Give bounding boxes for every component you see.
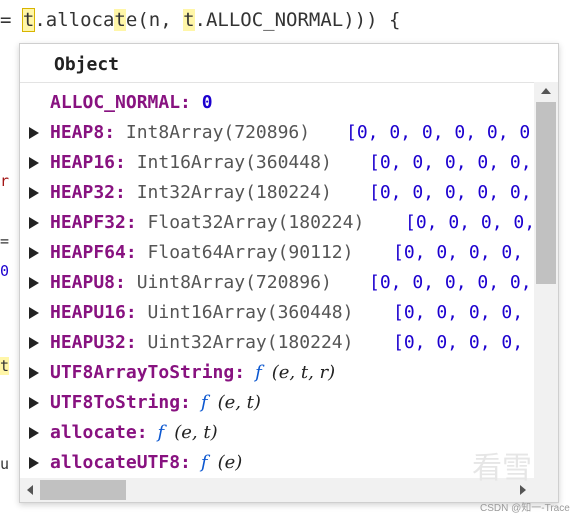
- array-preview: [0, 0, 0, 0,: [393, 242, 524, 263]
- function-args: (e, t, r): [271, 362, 336, 383]
- property-key: HEAP16: [50, 152, 116, 173]
- code-allocate-part1: .alloca: [34, 9, 115, 31]
- property-key: allocate: [50, 422, 137, 443]
- popup-title: Object: [54, 54, 120, 75]
- highlight-token-t-arg: t: [183, 9, 195, 31]
- property-key: HEAPF64: [50, 242, 126, 263]
- array-preview: [0, 0, 0, 0,: [405, 212, 536, 233]
- property-type: Int32Array(180224): [136, 182, 332, 203]
- editor-fragment: t: [0, 357, 10, 375]
- property-row-allocate[interactable]: allocate: f (e, t): [20, 418, 534, 448]
- editor-fragment: =: [0, 232, 10, 250]
- array-preview: [0, 0, 0, 0, 0,: [369, 152, 532, 173]
- property-key: allocateUTF8: [50, 452, 181, 473]
- property-type: Int16Array(360448): [136, 152, 332, 173]
- property-key: HEAP8: [50, 122, 105, 143]
- function-args: (e): [217, 452, 243, 473]
- property-row-heap32[interactable]: HEAP32: Int32Array(180224) [0, 0, 0, 0, …: [20, 178, 534, 208]
- object-preview-popup[interactable]: Object ALLOC_NORMAL: 0 HEAP8: Int8Array(…: [19, 43, 559, 503]
- property-row-utf8tostring[interactable]: UTF8ToString: f (e, t): [20, 388, 534, 418]
- function-icon: f: [200, 452, 208, 473]
- expand-triangle-icon[interactable]: [29, 307, 39, 319]
- property-key: HEAPF32: [50, 212, 126, 233]
- property-row-allocateutf8[interactable]: allocateUTF8: f (e): [20, 448, 534, 478]
- highlight-token-t[interactable]: t: [21, 8, 36, 32]
- property-list: ALLOC_NORMAL: 0 HEAP8: Int8Array(720896)…: [20, 88, 536, 478]
- property-row-heap8[interactable]: HEAP8: Int8Array(720896) [0, 0, 0, 0, 0,…: [20, 118, 534, 148]
- property-type: Float32Array(180224): [147, 212, 365, 233]
- property-type: Uint8Array(720896): [136, 272, 332, 293]
- property-row-utf8arraytostring[interactable]: UTF8ArrayToString: f (e, t, r): [20, 358, 534, 388]
- expand-triangle-icon[interactable]: [29, 187, 39, 199]
- property-type: Uint32Array(180224): [147, 332, 354, 353]
- code-rest: .ALLOC_NORMAL))) {: [194, 9, 401, 31]
- code-allocate-part2: e(n,: [125, 9, 184, 31]
- property-row-heap16[interactable]: HEAP16: Int16Array(360448) [0, 0, 0, 0, …: [20, 148, 534, 178]
- array-preview: [0, 0, 0, 0, 0, 0: [346, 122, 531, 143]
- scroll-up-arrow-icon[interactable]: [541, 88, 551, 94]
- expand-triangle-icon[interactable]: [29, 457, 39, 469]
- scroll-left-arrow-icon[interactable]: [27, 485, 33, 495]
- property-row-alloc-normal[interactable]: ALLOC_NORMAL: 0: [20, 88, 534, 118]
- property-row-heapu8[interactable]: HEAPU8: Uint8Array(720896) [0, 0, 0, 0, …: [20, 268, 534, 298]
- expand-triangle-icon[interactable]: [29, 277, 39, 289]
- array-preview: [0, 0, 0, 0,: [393, 302, 524, 323]
- property-key: UTF8ToString: [50, 392, 181, 413]
- horizontal-scroll-thumb[interactable]: [40, 480, 126, 500]
- expand-triangle-icon[interactable]: [29, 337, 39, 349]
- expand-triangle-icon[interactable]: [29, 157, 39, 169]
- array-preview: [0, 0, 0, 0, 0,: [369, 272, 532, 293]
- property-row-heapu16[interactable]: HEAPU16: Uint16Array(360448) [0, 0, 0, 0…: [20, 298, 534, 328]
- function-args: (e, t): [217, 392, 261, 413]
- property-row-heapf32[interactable]: HEAPF32: Float32Array(180224) [0, 0, 0, …: [20, 208, 536, 238]
- property-value: 0: [201, 92, 213, 113]
- property-row-heapu32[interactable]: HEAPU32: Uint32Array(180224) [0, 0, 0, 0…: [20, 328, 534, 358]
- watermark-logo: 看雪: [472, 452, 532, 485]
- property-type: Uint16Array(360448): [147, 302, 354, 323]
- property-type: Int8Array(720896): [125, 122, 311, 143]
- property-key: HEAP32: [50, 182, 116, 203]
- expand-triangle-icon[interactable]: [29, 247, 39, 259]
- property-type: Float64Array(90112): [147, 242, 354, 263]
- vertical-scrollbar[interactable]: [534, 82, 558, 502]
- array-preview: [0, 0, 0, 0, 0,: [369, 182, 532, 203]
- expand-triangle-icon[interactable]: [29, 397, 39, 409]
- watermark-text: CSDN @知一-Trace: [480, 503, 570, 514]
- editor-fragment: 0: [0, 262, 10, 280]
- function-icon: f: [200, 392, 208, 413]
- expand-triangle-icon[interactable]: [29, 427, 39, 439]
- function-icon: f: [255, 362, 262, 383]
- function-args: (e, t): [174, 422, 218, 443]
- code-prefix: =: [0, 9, 23, 31]
- vertical-scroll-thumb[interactable]: [536, 102, 556, 284]
- expand-triangle-icon[interactable]: [29, 367, 39, 379]
- property-key: HEAPU8: [50, 272, 116, 293]
- property-key: HEAPU32: [50, 332, 126, 353]
- highlight-token-t-inline: t: [114, 9, 126, 31]
- code-line: = t.allocate(n, t.ALLOC_NORMAL))) {: [0, 4, 576, 36]
- editor-fragment: r: [0, 172, 10, 190]
- popup-header: Object: [20, 44, 534, 83]
- function-icon: f: [157, 422, 165, 443]
- property-key: UTF8ArrayToString: [50, 362, 235, 383]
- editor-fragment: u: [0, 455, 10, 473]
- expand-triangle-icon[interactable]: [29, 217, 39, 229]
- property-row-heapf64[interactable]: HEAPF64: Float64Array(90112) [0, 0, 0, 0…: [20, 238, 534, 268]
- expand-triangle-icon[interactable]: [29, 127, 39, 139]
- property-key: HEAPU16: [50, 302, 126, 323]
- horizontal-scrollbar[interactable]: [20, 478, 534, 502]
- property-key: ALLOC_NORMAL: [50, 92, 181, 113]
- array-preview: [0, 0, 0, 0,: [393, 332, 524, 353]
